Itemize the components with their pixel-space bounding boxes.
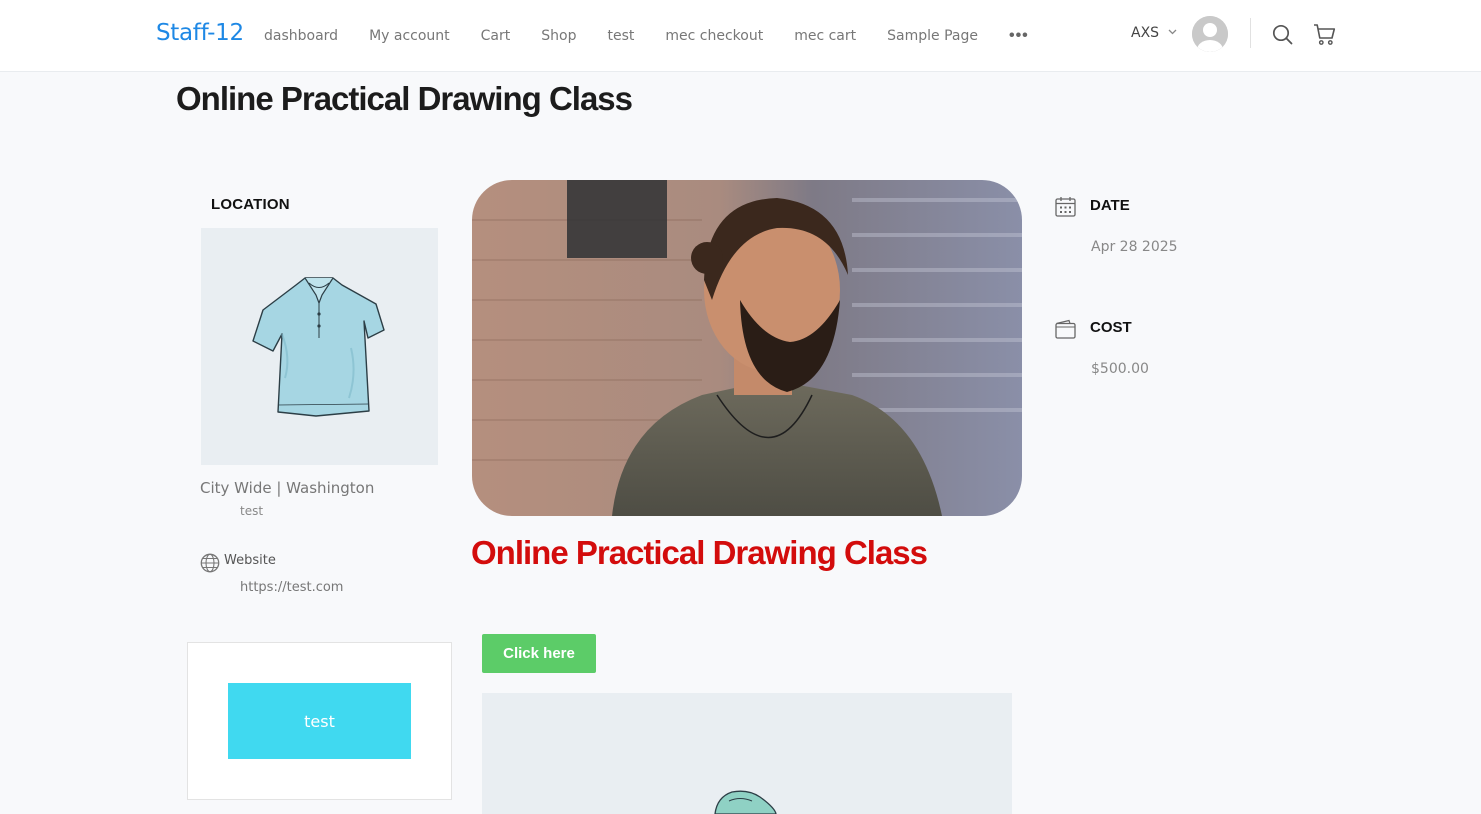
man-portrait-photo (472, 180, 1022, 516)
search-icon[interactable] (1272, 24, 1293, 50)
nav-test[interactable]: test (607, 28, 634, 44)
wallet-icon (1055, 319, 1076, 344)
user-avatar[interactable] (1192, 16, 1228, 52)
click-here-button[interactable]: Click here (482, 634, 596, 673)
nav-shop[interactable]: Shop (541, 28, 576, 44)
nav-my-account[interactable]: My account (369, 28, 450, 44)
page-title: Online Practical Drawing Class (176, 80, 633, 117)
location-name: City Wide | Washington (200, 479, 375, 497)
nav-cart[interactable]: Cart (481, 28, 511, 44)
nav-sample-page[interactable]: Sample Page (887, 28, 978, 44)
location-heading: LOCATION (211, 196, 290, 213)
illustration-preview (714, 790, 777, 814)
cost-value: $500.00 (1091, 361, 1149, 377)
header-divider (1250, 18, 1251, 48)
location-address: test (240, 504, 264, 518)
test-button[interactable]: test (228, 683, 411, 759)
nav-mec-checkout[interactable]: mec checkout (665, 28, 763, 44)
event-featured-image (472, 180, 1022, 516)
cost-label: COST (1090, 319, 1132, 336)
site-logo[interactable]: Staff-12 (156, 20, 244, 46)
language-label: AXS (1131, 25, 1160, 41)
date-label: DATE (1090, 197, 1130, 214)
nav-mec-cart[interactable]: mec cart (794, 28, 856, 44)
website-label: Website (224, 553, 276, 568)
top-navbar: Staff-12 dashboard My account Cart Shop … (0, 0, 1481, 72)
language-selector[interactable]: AXS (1131, 25, 1177, 41)
nav-dashboard[interactable]: dashboard (264, 28, 338, 44)
location-image (201, 228, 438, 465)
event-title: Online Practical Drawing Class (471, 534, 928, 571)
calendar-icon (1055, 196, 1076, 222)
chevron-down-icon (1168, 28, 1177, 38)
date-value: Apr 28 2025 (1091, 239, 1178, 255)
polo-shirt-illustration (252, 277, 385, 417)
main-nav: dashboard My account Cart Shop test mec … (264, 0, 1029, 72)
globe-icon (200, 553, 220, 578)
event-secondary-image (482, 693, 1012, 814)
cart-icon[interactable] (1313, 23, 1336, 51)
more-menu-icon[interactable]: ••• (1009, 27, 1029, 45)
sidebar-widget: test (187, 642, 452, 800)
website-link[interactable]: https://test.com (240, 580, 343, 595)
